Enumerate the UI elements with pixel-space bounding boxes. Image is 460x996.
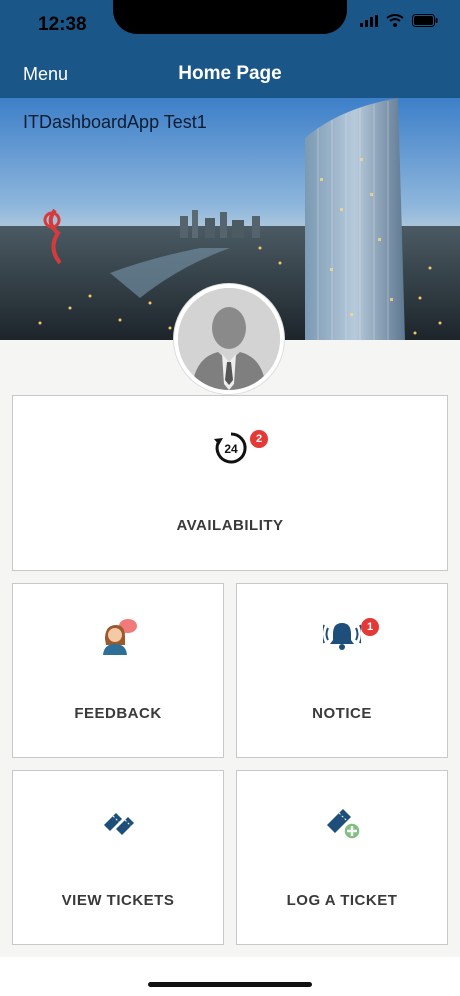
feedback-tile[interactable]: FEEDBACK — [12, 583, 224, 758]
availability-tile[interactable]: 24 2 AVAILABILITY — [12, 395, 448, 571]
avatar[interactable] — [174, 284, 284, 394]
availability-badge: 2 — [250, 430, 268, 448]
status-time: 12:38 — [38, 14, 87, 35]
home-indicator[interactable] — [148, 982, 312, 987]
wifi-icon — [386, 14, 404, 27]
log-ticket-label: LOG A TICKET — [286, 892, 398, 909]
tickets-icon — [104, 813, 134, 835]
log-ticket-tile[interactable]: LOG A TICKET — [236, 770, 448, 945]
bell-icon — [323, 623, 361, 650]
signal-icon — [360, 14, 378, 27]
device-notch — [113, 0, 347, 34]
feedback-person-icon — [103, 619, 137, 655]
24-hour-icon: 24 — [214, 432, 247, 464]
notice-label: NOTICE — [312, 705, 372, 722]
view-tickets-label: VIEW TICKETS — [61, 892, 175, 909]
page-title: Home Page — [178, 63, 282, 84]
svg-text:24: 24 — [224, 442, 238, 456]
banner-caption: ITDashboardApp Test1 — [23, 112, 207, 132]
view-tickets-tile[interactable]: VIEW TICKETS — [12, 770, 224, 945]
battery-icon — [412, 14, 438, 27]
feedback-label: FEEDBACK — [74, 705, 162, 722]
notice-badge: 1 — [361, 618, 379, 636]
status-icons — [360, 14, 438, 27]
availability-label: AVAILABILITY — [176, 517, 284, 534]
add-ticket-icon — [327, 809, 361, 840]
top-bar: 12:38 Menu Home Page — [0, 0, 460, 98]
user-silhouette-icon — [178, 288, 280, 390]
notice-tile[interactable]: 1 NOTICE — [236, 583, 448, 758]
